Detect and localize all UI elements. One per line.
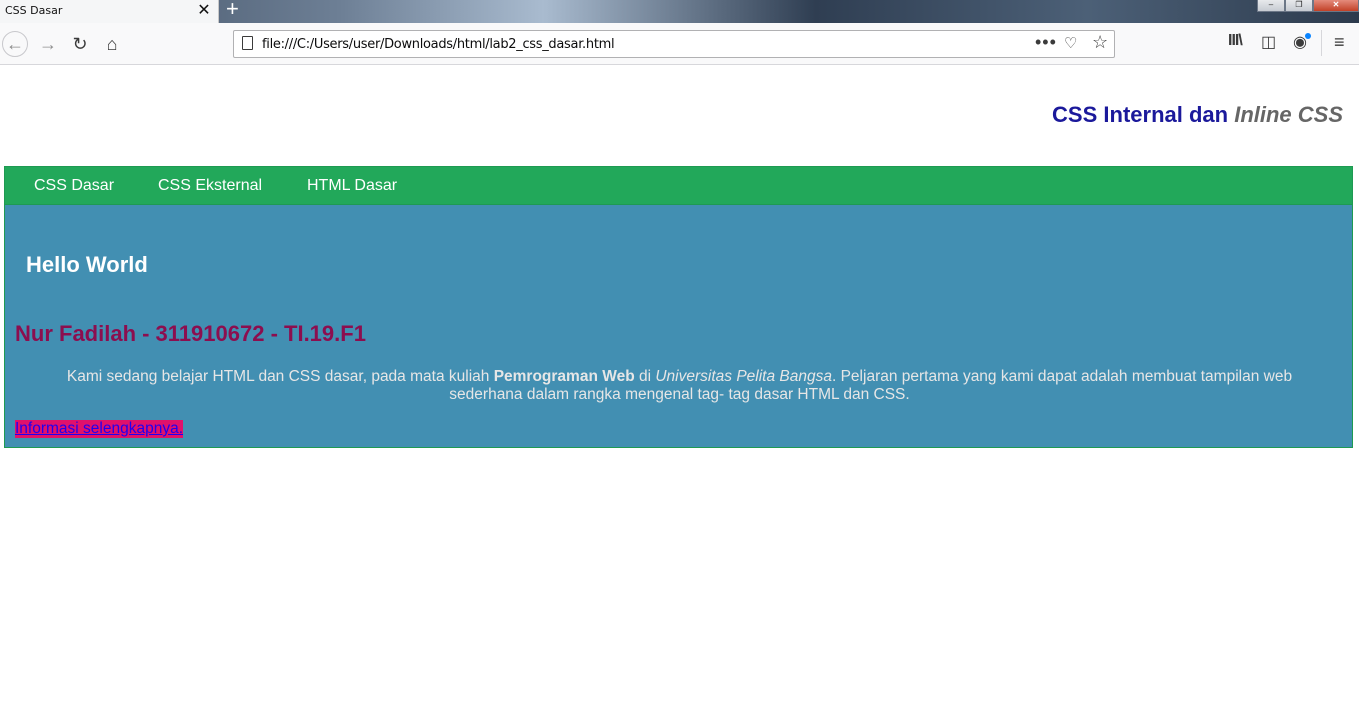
library-icon[interactable]: III\: [1228, 32, 1243, 50]
title-bar: CSS Dasar ✕ + – ❐ ✕: [0, 0, 1359, 23]
back-icon[interactable]: ←: [2, 31, 28, 57]
content-section: Hello World Nur Fadilah - 311910672 - TI…: [4, 205, 1353, 448]
navigation-toolbar: ← → ↻ ⌂ file:///C:/Users/user/Downloads/…: [0, 23, 1359, 65]
title-inline: Inline CSS: [1234, 102, 1343, 127]
bookmark-star-icon[interactable]: ☆: [1092, 32, 1108, 53]
student-name-heading: Nur Fadilah - 311910672 - TI.19.F1: [15, 321, 366, 346]
home-icon[interactable]: ⌂: [99, 31, 125, 57]
url-text[interactable]: file:///C:/Users/user/Downloads/html/lab…: [262, 37, 615, 52]
menu-icon[interactable]: ≡: [1334, 32, 1345, 53]
paragraph-part2: di: [634, 368, 656, 385]
restore-button[interactable]: ❐: [1285, 0, 1313, 12]
forward-icon[interactable]: →: [35, 31, 61, 57]
toolbar-separator: [1321, 30, 1322, 56]
intro-paragraph: Kami sedang belajar HTML dan CSS dasar, …: [35, 368, 1324, 404]
nav-link-css-eksternal[interactable]: CSS Eksternal: [158, 177, 262, 195]
window-close-button[interactable]: ✕: [1313, 0, 1359, 12]
hello-heading: Hello World: [26, 252, 148, 277]
paragraph-bold: Pemrograman Web: [493, 368, 635, 385]
new-tab-button[interactable]: +: [226, 0, 239, 21]
nav-link-css-dasar[interactable]: CSS Dasar: [34, 177, 114, 195]
more-icon[interactable]: •••: [1035, 32, 1057, 53]
title-main: CSS Internal dan: [1052, 102, 1235, 127]
url-bar[interactable]: file:///C:/Users/user/Downloads/html/lab…: [233, 30, 1115, 58]
sidebar-icon[interactable]: ◫: [1261, 32, 1276, 52]
close-tab-icon[interactable]: ✕: [196, 1, 212, 21]
page-icon: [242, 36, 253, 50]
window-controls: – ❐ ✕: [1257, 0, 1359, 12]
paragraph-part1: Kami sedang belajar HTML dan CSS dasar, …: [66, 368, 494, 385]
reload-icon[interactable]: ↻: [67, 31, 93, 57]
paragraph-italic: Universitas Pelita Bangsa: [655, 368, 832, 385]
minimize-button[interactable]: –: [1257, 0, 1285, 12]
tab-title: CSS Dasar: [5, 4, 63, 17]
browser-tab[interactable]: CSS Dasar ✕: [0, 0, 219, 23]
pocket-icon[interactable]: ♡: [1064, 34, 1077, 52]
page-title: CSS Internal dan Inline CSS: [1052, 102, 1343, 128]
notification-dot: [1305, 33, 1311, 39]
nav-link-html-dasar[interactable]: HTML Dasar: [307, 177, 397, 195]
main-nav: CSS Dasar CSS Eksternal HTML Dasar: [4, 166, 1353, 205]
more-info-link[interactable]: Informasi selengkapnya.: [15, 420, 184, 438]
